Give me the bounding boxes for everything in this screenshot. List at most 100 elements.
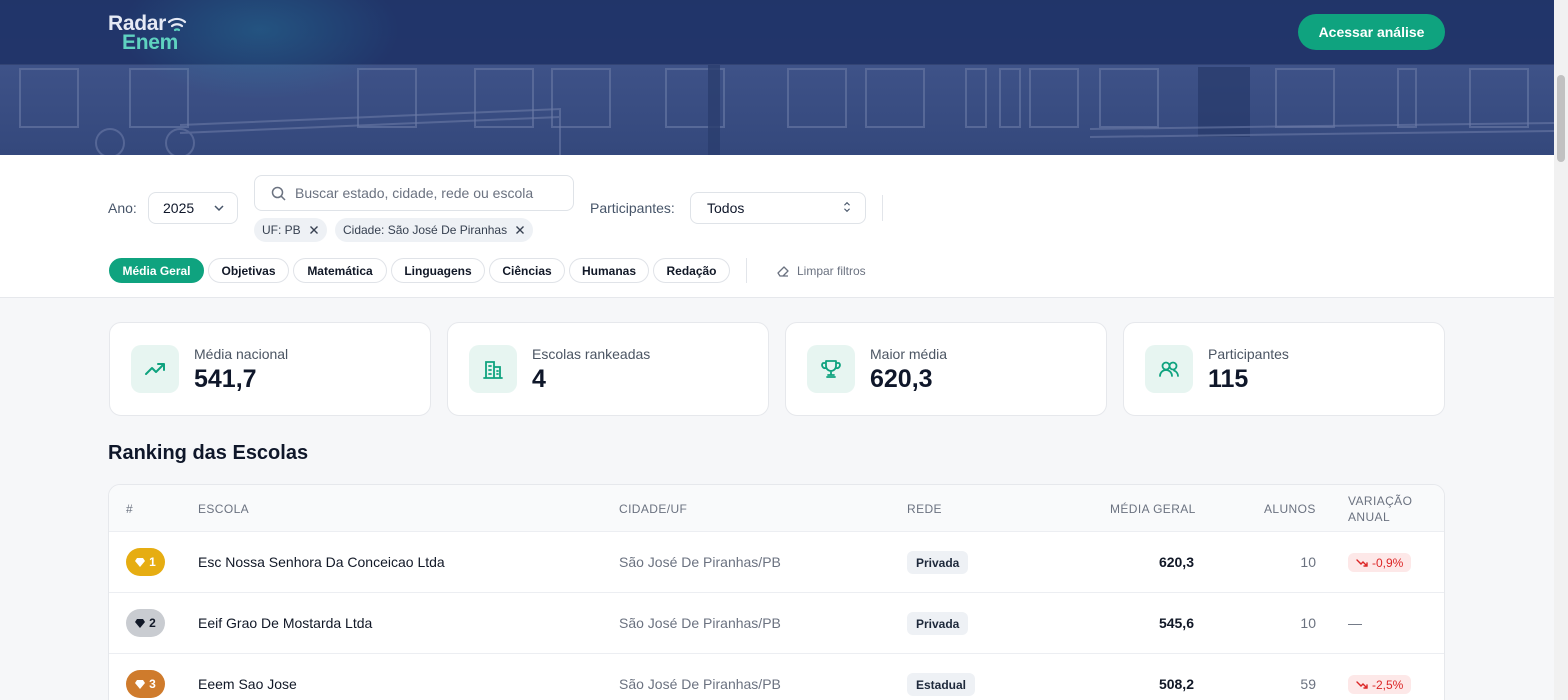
- stat-icon-wrap: [1145, 345, 1193, 393]
- school-city: São José De Piranhas/PB: [619, 615, 781, 631]
- column-header-variation[interactable]: VARIAÇÃO: [1348, 494, 1412, 508]
- school-name[interactable]: Esc Nossa Senhora Da Conceicao Ltda: [198, 554, 445, 570]
- table-row[interactable]: 2 Eeif Grao De Mostarda Ltda São José De…: [109, 593, 1444, 654]
- trophy-icon: [821, 360, 841, 378]
- tab-humanas[interactable]: Humanas: [569, 258, 649, 283]
- stat-card-highest-average: Maior média 620,3: [785, 322, 1107, 416]
- participants-select[interactable]: Todos: [690, 192, 866, 224]
- trending-down-icon: [1356, 558, 1368, 567]
- table-row[interactable]: 1 Esc Nossa Senhora Da Conceicao Ltda Sã…: [109, 532, 1444, 593]
- tab-media-geral[interactable]: Média Geral: [109, 258, 204, 283]
- tab-ciencias[interactable]: Ciências: [489, 258, 565, 283]
- stat-icon-wrap: [131, 345, 179, 393]
- network-badge: Estadual: [907, 673, 976, 696]
- stat-card-national-average: Média nacional 541,7: [109, 322, 431, 416]
- variation-badge: -0,9%: [1348, 553, 1412, 572]
- student-count: 10: [1300, 554, 1316, 570]
- diamond-icon: [135, 679, 146, 689]
- stat-label: Média nacional: [194, 346, 289, 362]
- chip-label: UF: PB: [262, 223, 301, 237]
- participants-label: Participantes:: [590, 200, 675, 216]
- column-header-students[interactable]: ALUNOS: [1264, 502, 1316, 516]
- filter-chip-city[interactable]: Cidade: São José De Piranhas: [335, 218, 534, 242]
- trending-up-icon: [145, 363, 165, 375]
- rank-badge: 2: [126, 609, 165, 637]
- table-row[interactable]: 3 Eeem Sao Jose São José De Piranhas/PB …: [109, 654, 1444, 700]
- variation-badge: -2,5%: [1348, 675, 1412, 694]
- chevron-down-icon: [214, 205, 224, 212]
- rank-badge: 3: [126, 670, 165, 698]
- stat-card-ranked-schools: Escolas rankeadas 4: [447, 322, 769, 416]
- student-count: 59: [1300, 676, 1316, 692]
- close-icon[interactable]: [515, 225, 525, 235]
- column-header-variation-annual[interactable]: ANUAL: [1348, 510, 1390, 524]
- search-field[interactable]: [254, 175, 574, 211]
- filter-chip-uf[interactable]: UF: PB: [254, 218, 327, 242]
- eraser-icon: [777, 266, 789, 277]
- tab-redacao[interactable]: Redação: [653, 258, 730, 283]
- users-icon: [1159, 361, 1179, 377]
- stat-label: Escolas rankeadas: [532, 346, 651, 362]
- year-label: Ano:: [108, 200, 137, 216]
- chip-label: Cidade: São José De Piranhas: [343, 223, 508, 237]
- ranking-table: # ESCOLA CIDADE/UF REDE MÉDIA GERAL ALUN…: [108, 484, 1445, 700]
- column-header-network[interactable]: REDE: [907, 502, 942, 516]
- scrollbar-thumb[interactable]: [1557, 75, 1565, 162]
- school-score: 545,6: [1158, 615, 1194, 631]
- rank-number: 1: [149, 555, 156, 569]
- search-icon: [271, 186, 286, 201]
- participants-value: Todos: [707, 200, 745, 216]
- school-name[interactable]: Eeem Sao Jose: [198, 676, 297, 692]
- column-header-school[interactable]: ESCOLA: [198, 502, 249, 516]
- page-scrollbar[interactable]: [1554, 0, 1568, 700]
- column-header-rank[interactable]: #: [126, 502, 133, 516]
- radar-enem-logo[interactable]: Radar Enem: [108, 12, 198, 56]
- stat-value: 4: [532, 365, 546, 393]
- school-name[interactable]: Eeif Grao De Mostarda Ltda: [198, 615, 372, 631]
- school-city: São José De Piranhas/PB: [619, 676, 781, 692]
- variation-value: -2,5%: [1372, 677, 1404, 692]
- variation-value: -0,9%: [1372, 555, 1404, 570]
- stat-card-participants: Participantes 115: [1123, 322, 1445, 416]
- variation-empty: —: [1348, 615, 1362, 631]
- stat-value: 620,3: [870, 365, 933, 393]
- table-header: # ESCOLA CIDADE/UF REDE MÉDIA GERAL ALUN…: [109, 485, 1444, 532]
- close-icon[interactable]: [309, 225, 319, 235]
- network-badge: Privada: [907, 551, 969, 574]
- rank-badge: 1: [126, 548, 165, 576]
- chevron-updown-icon: [844, 201, 850, 213]
- rank-number: 2: [149, 616, 156, 630]
- school-score: 620,3: [1158, 554, 1194, 570]
- stat-value: 541,7: [194, 365, 257, 393]
- divider: [746, 258, 747, 283]
- year-select[interactable]: 2025: [148, 192, 238, 224]
- year-value: 2025: [163, 200, 195, 216]
- logo-text-enem: Enem: [122, 31, 178, 54]
- clear-filters-label: Limpar filtros: [797, 264, 866, 278]
- tab-linguagens[interactable]: Linguagens: [391, 258, 485, 283]
- column-header-average[interactable]: MÉDIA GERAL: [1110, 502, 1196, 516]
- stat-icon-wrap: [469, 345, 517, 393]
- diamond-icon: [135, 618, 146, 628]
- clear-filters-button[interactable]: Limpar filtros: [776, 262, 866, 280]
- divider: [882, 195, 883, 221]
- network-badge: Privada: [907, 612, 969, 635]
- tab-objetivas[interactable]: Objetivas: [208, 258, 289, 283]
- search-input[interactable]: [295, 182, 563, 204]
- tab-matematica[interactable]: Matemática: [293, 258, 387, 283]
- school-score: 508,2: [1158, 676, 1194, 692]
- stat-label: Participantes: [1208, 346, 1289, 362]
- rank-number: 3: [149, 677, 156, 691]
- hero-banner: Radar Enem Acessar análise: [0, 0, 1554, 155]
- building-icon: [483, 361, 503, 379]
- stat-value: 115: [1208, 365, 1249, 393]
- diamond-icon: [135, 557, 146, 567]
- student-count: 10: [1300, 615, 1316, 631]
- filter-panel: Ano: 2025 Participantes: Todos UF: PB Ci…: [0, 155, 1554, 298]
- column-header-city[interactable]: CIDADE/UF: [619, 502, 687, 516]
- trending-down-icon: [1356, 680, 1368, 689]
- stat-icon-wrap: [807, 345, 855, 393]
- stat-label: Maior média: [870, 346, 948, 362]
- school-city: São José De Piranhas/PB: [619, 554, 781, 570]
- access-analysis-button[interactable]: Acessar análise: [1298, 14, 1445, 50]
